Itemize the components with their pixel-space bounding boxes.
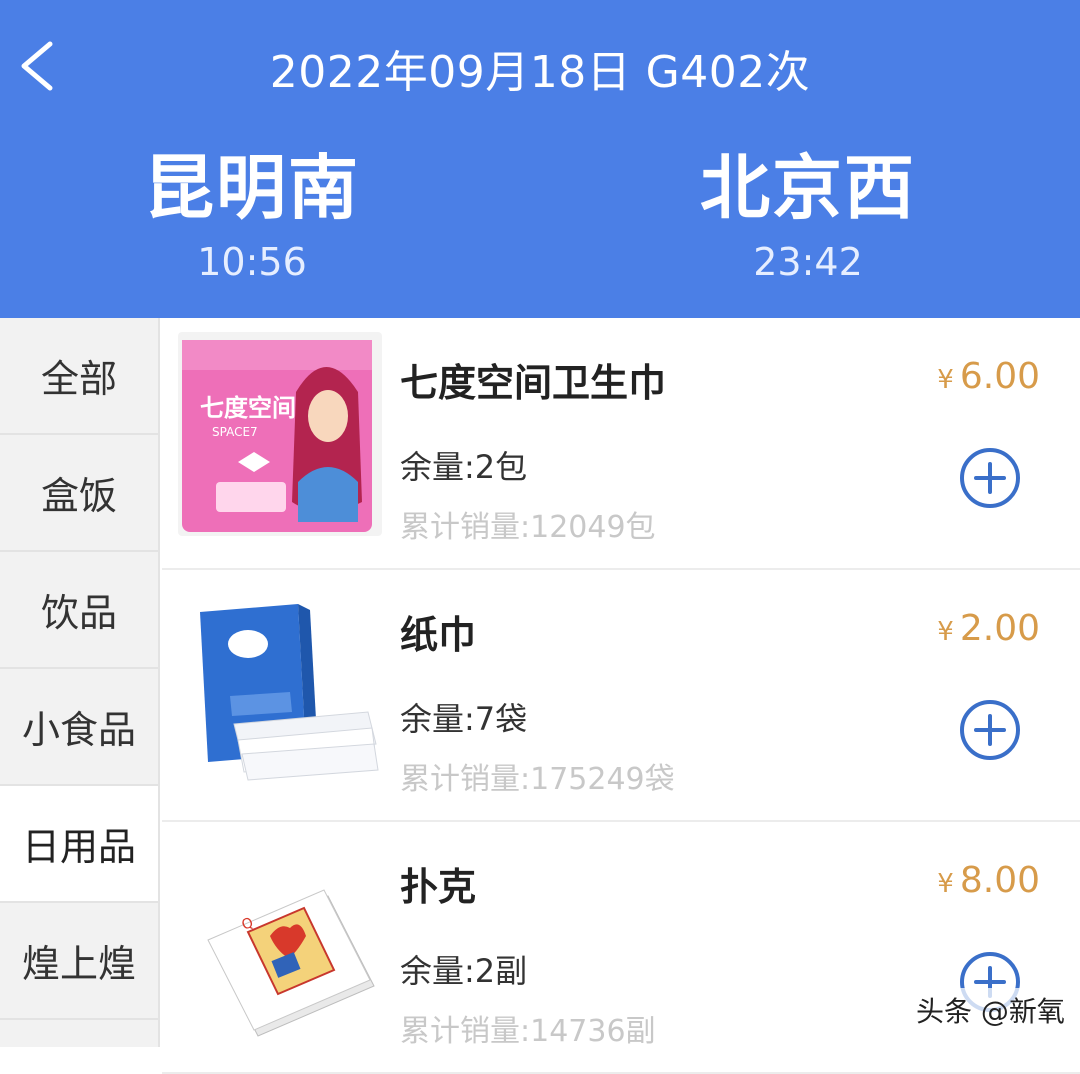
svg-text:SPACE7: SPACE7 xyxy=(212,425,258,439)
product-stock: 余量:2副 xyxy=(400,952,528,990)
product-stock: 余量:7袋 xyxy=(400,700,528,738)
product-item[interactable]: Q 扑克 ¥8.00 余量:2副 累计销量:14736副 xyxy=(162,822,1080,1074)
price-value: 8.00 xyxy=(959,860,1040,901)
category-snacks[interactable]: 小食品 xyxy=(0,669,158,786)
currency-symbol: ¥ xyxy=(937,617,954,647)
add-to-cart-button[interactable] xyxy=(958,698,1022,762)
trip-title: 2022年09月18日 G402次 xyxy=(269,47,811,98)
currency-symbol: ¥ xyxy=(937,365,954,395)
departure-station: 昆明南 xyxy=(144,147,360,229)
product-image-playing-cards: Q xyxy=(178,836,382,1040)
product-item[interactable]: 七度空间 SPACE7 七度空间卫生巾 ¥6.00 余量:2包 累计销量:120… xyxy=(162,318,1080,570)
product-sold-count: 累计销量:175249袋 xyxy=(400,762,675,797)
product-name: 纸巾 xyxy=(400,613,477,657)
product-name: 扑克 xyxy=(400,865,477,909)
product-name: 七度空间卫生巾 xyxy=(400,361,667,405)
product-sold-count: 累计销量:12049包 xyxy=(400,510,656,545)
category-huangshanghuang[interactable]: 煌上煌 xyxy=(0,903,158,1020)
currency-symbol: ¥ xyxy=(937,869,954,899)
category-sidebar: 全部 盒饭 饮品 小食品 日用品 煌上煌 xyxy=(0,318,160,1047)
category-boxed-meal[interactable]: 盒饭 xyxy=(0,435,158,552)
trip-header: 2022年09月18日 G402次 昆明南 北京西 10:56 23:42 xyxy=(0,0,1080,318)
add-to-cart-button[interactable] xyxy=(958,446,1022,510)
svg-text:七度空间: 七度空间 xyxy=(200,394,296,422)
departure-time: 10:56 xyxy=(197,240,307,284)
price-value: 2.00 xyxy=(959,608,1040,649)
product-sold-count: 累计销量:14736副 xyxy=(400,1014,656,1049)
watermark: 头条 @新氧 xyxy=(910,988,1071,1032)
product-image-tissue xyxy=(178,584,382,788)
category-all[interactable]: 全部 xyxy=(0,318,158,435)
product-price: ¥2.00 xyxy=(937,608,1040,649)
product-stock: 余量:2包 xyxy=(400,448,528,486)
arrival-time: 23:42 xyxy=(753,240,863,284)
product-image-sanitary-pad: 七度空间 SPACE7 xyxy=(178,332,382,536)
product-item[interactable]: 纸巾 ¥2.00 余量:7袋 累计销量:175249袋 xyxy=(162,570,1080,822)
price-value: 6.00 xyxy=(959,356,1040,397)
category-daily-goods[interactable]: 日用品 xyxy=(0,786,158,903)
product-price: ¥8.00 xyxy=(937,860,1040,901)
product-list: 七度空间 SPACE7 七度空间卫生巾 ¥6.00 余量:2包 累计销量:120… xyxy=(162,318,1080,1074)
category-drinks[interactable]: 饮品 xyxy=(0,552,158,669)
arrival-station: 北京西 xyxy=(700,147,916,229)
product-price: ¥6.00 xyxy=(937,356,1040,397)
